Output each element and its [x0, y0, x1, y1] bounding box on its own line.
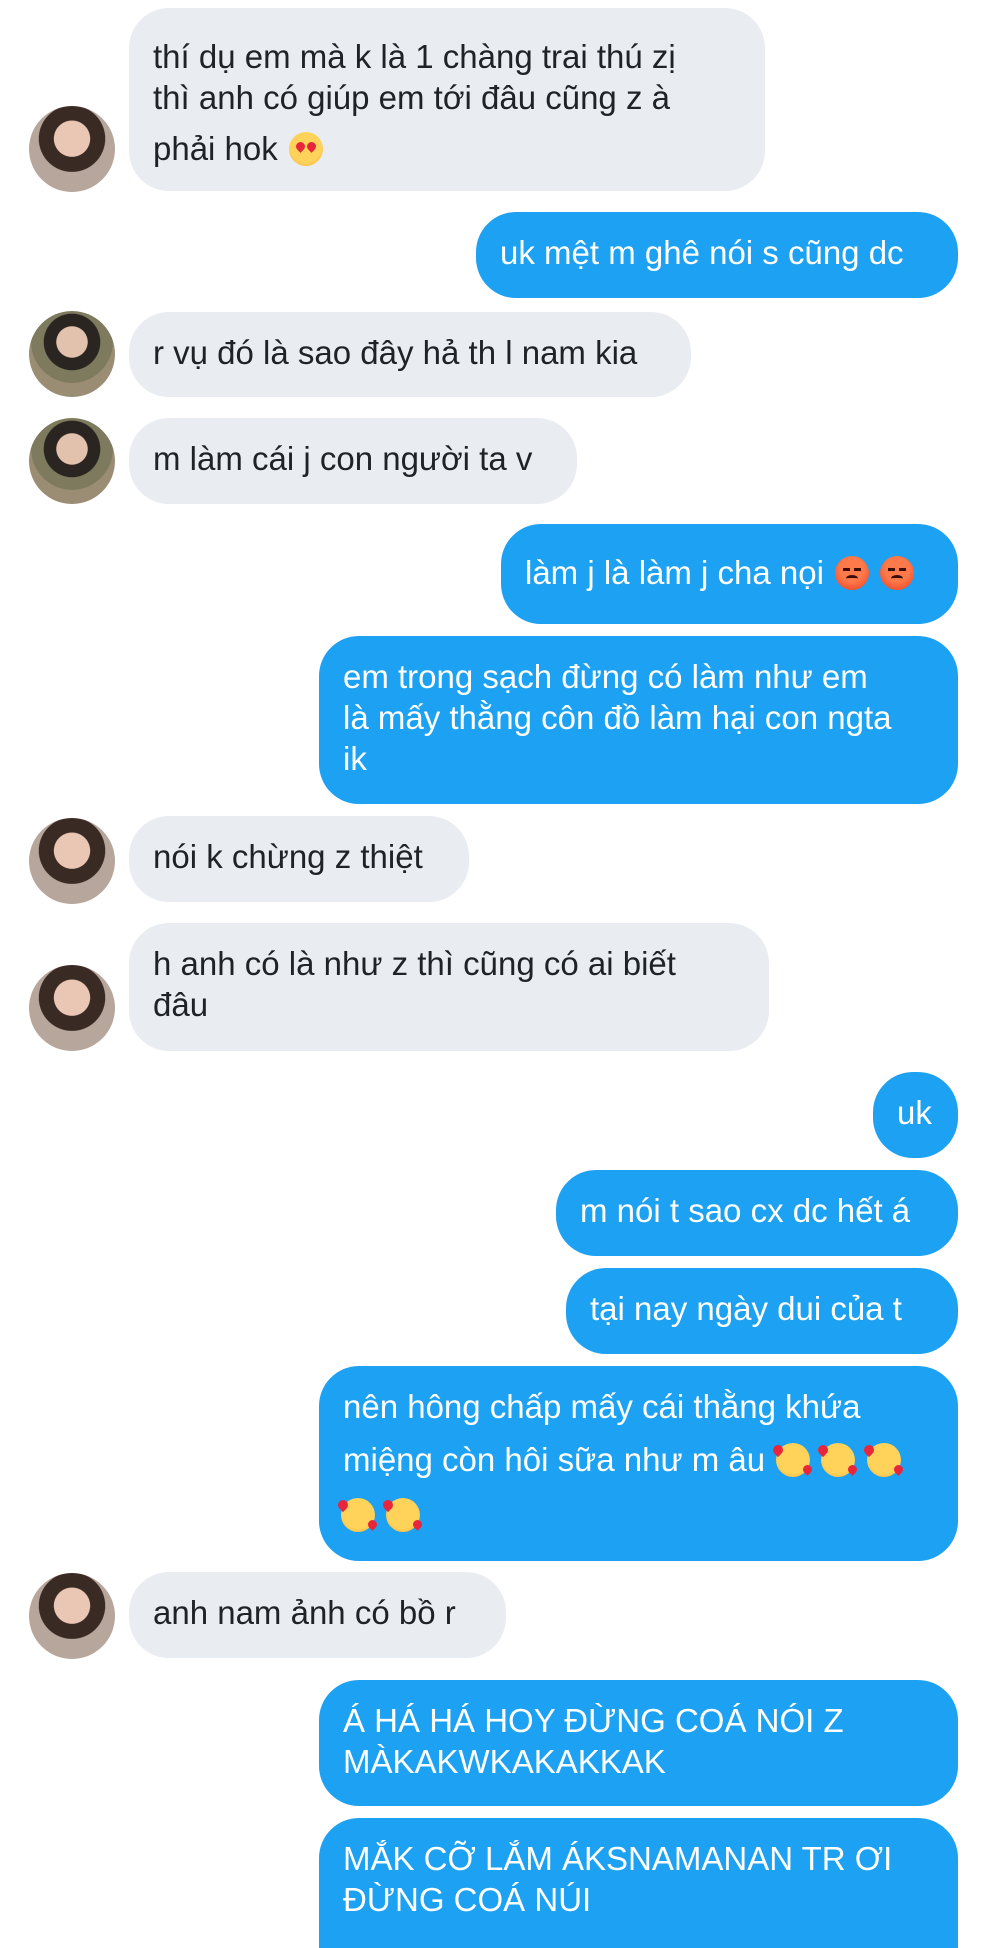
- received-message-bubble[interactable]: h anh có là như z thì cũng có ai biết đâ…: [129, 923, 769, 1051]
- message-text: em trong sạch đừng có làm như em: [343, 658, 868, 695]
- sent-message-bubble[interactable]: làm j là làm j cha nọi: [501, 524, 958, 624]
- angry-face-icon: [880, 556, 915, 590]
- message-text: là mấy thằng côn đồ làm hại con ngta: [343, 699, 892, 736]
- sent-message-bubble[interactable]: MẮK CỠ LẮM ÁKSNAMANAN TR ƠI ĐỪNG COÁ NÚI: [319, 1818, 958, 1948]
- sent-message-bubble[interactable]: uk mệt m ghê nói s cũng dc: [476, 212, 958, 298]
- message-text: ĐỪNG COÁ NÚI: [343, 1881, 592, 1918]
- message-text: MÀKAKWKAKAKKAK: [343, 1743, 666, 1780]
- sent-message-bubble[interactable]: em trong sạch đừng có làm như em là mấy …: [319, 636, 958, 804]
- message-text: thì anh có giúp em tới đâu cũng z à: [153, 79, 670, 116]
- avatar[interactable]: [29, 818, 115, 904]
- message-text: Á HÁ HÁ HOY ĐỪNG COÁ NÓI Z: [343, 1702, 844, 1739]
- avatar[interactable]: [29, 311, 115, 397]
- message-text: tại nay ngày dui của t: [590, 1290, 902, 1327]
- avatar[interactable]: [29, 106, 115, 192]
- smiling-face-with-hearts-icon: [386, 1498, 421, 1532]
- message-text: ik: [343, 740, 367, 777]
- message-text: đâu: [153, 986, 209, 1023]
- message-text: nói k chừng z thiệt: [153, 838, 423, 875]
- received-message-bubble[interactable]: thí dụ em mà k là 1 chàng trai thú zị th…: [129, 8, 765, 191]
- smiling-face-with-hearts-icon: [821, 1443, 856, 1477]
- message-text: m nói t sao cx dc hết á: [580, 1192, 911, 1229]
- sent-message-bubble[interactable]: uk: [873, 1072, 958, 1158]
- smiling-face-with-hearts-icon: [866, 1443, 901, 1477]
- sent-message-bubble[interactable]: m nói t sao cx dc hết á: [556, 1170, 958, 1256]
- received-message-bubble[interactable]: m làm cái j con người ta v: [129, 418, 577, 504]
- avatar[interactable]: [29, 965, 115, 1051]
- message-text: uk mệt m ghê nói s cũng dc: [500, 234, 904, 271]
- message-text: thí dụ em mà k là 1 chàng trai thú zị: [153, 38, 676, 75]
- message-text: miệng còn hôi sữa như m âu: [343, 1441, 766, 1478]
- avatar[interactable]: [29, 418, 115, 504]
- smiling-face-with-hearts-icon: [776, 1443, 811, 1477]
- smiling-face-with-hearts-icon: [341, 1498, 375, 1532]
- message-text: nên hông chấp mấy cái thằng khứa: [343, 1388, 861, 1425]
- smiling-face-with-heart-eyes-icon: [288, 132, 323, 166]
- received-message-bubble[interactable]: anh nam ảnh có bồ r: [129, 1572, 506, 1658]
- message-text: m làm cái j con người ta v: [153, 440, 533, 477]
- message-text: MẮK CỠ LẮM ÁKSNAMANAN TR ƠI: [343, 1840, 893, 1877]
- message-text: uk: [897, 1094, 932, 1131]
- message-text: anh nam ảnh có bồ r: [153, 1594, 456, 1631]
- sent-message-bubble[interactable]: Á HÁ HÁ HOY ĐỪNG COÁ NÓI Z MÀKAKWKAKAKKA…: [319, 1680, 958, 1806]
- sent-message-bubble[interactable]: nên hông chấp mấy cái thằng khứa miệng c…: [319, 1366, 958, 1561]
- message-text: làm j là làm j cha nọi: [525, 554, 824, 591]
- angry-face-icon: [835, 556, 870, 590]
- message-text: h anh có là như z thì cũng có ai biết: [153, 945, 676, 982]
- message-text: r vụ đó là sao đây hả th l nam kia: [153, 334, 638, 371]
- received-message-bubble[interactable]: r vụ đó là sao đây hả th l nam kia: [129, 312, 691, 397]
- sent-message-bubble[interactable]: tại nay ngày dui của t: [566, 1268, 958, 1354]
- avatar[interactable]: [29, 1573, 115, 1659]
- message-text: phải hok: [153, 130, 278, 167]
- received-message-bubble[interactable]: nói k chừng z thiệt: [129, 816, 469, 902]
